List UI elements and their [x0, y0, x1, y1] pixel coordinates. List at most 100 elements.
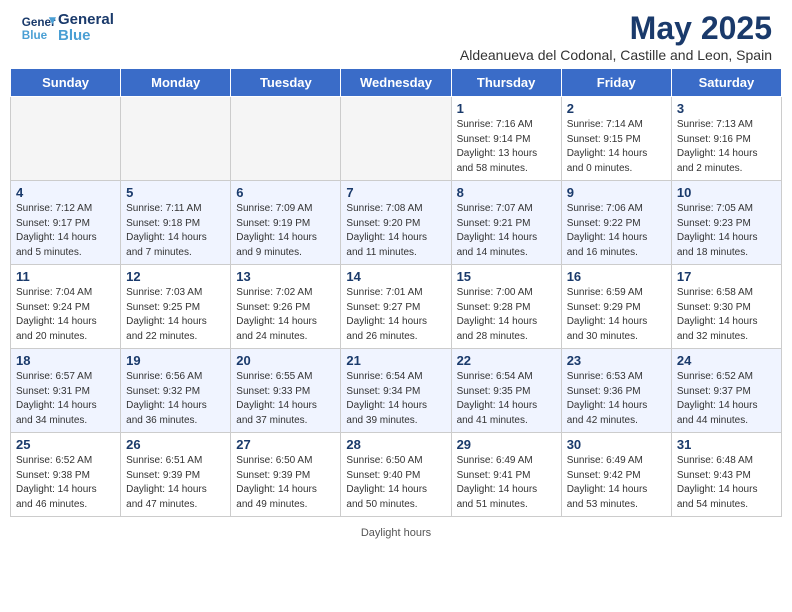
day-number: 15 [457, 269, 556, 284]
calendar-cell [121, 97, 231, 181]
day-info: Sunrise: 7:14 AM Sunset: 9:15 PM Dayligh… [567, 118, 666, 176]
svg-text:Blue: Blue [22, 29, 48, 42]
calendar-cell: 31 Sunrise: 6:48 AM Sunset: 9:43 PM Dayli… [671, 433, 781, 517]
day-number: 21 [346, 353, 445, 368]
calendar-cell: 11 Sunrise: 7:04 AM Sunset: 9:24 PM Dayli… [11, 265, 121, 349]
calendar-cell: 26 Sunrise: 6:51 AM Sunset: 9:39 PM Dayli… [121, 433, 231, 517]
day-number: 7 [346, 185, 445, 200]
location-subtitle: Aldeanueva del Codonal, Castille and Leo… [460, 47, 772, 63]
day-info: Sunrise: 6:48 AM Sunset: 9:43 PM Dayligh… [677, 454, 776, 512]
calendar-cell: 27Sunrise: 6:50 AM Sunset: 9:39 PM Dayli… [231, 433, 341, 517]
day-info: Sunrise: 7:04 AM Sunset: 9:24 PM Dayligh… [16, 286, 115, 344]
calendar-week-row: 18Sunrise: 6:57 AM Sunset: 9:31 PM Dayli… [11, 349, 782, 433]
day-info: Sunrise: 7:06 AM Sunset: 9:22 PM Dayligh… [567, 202, 666, 260]
calendar-cell: 29Sunrise: 6:49 AM Sunset: 9:41 PM Dayli… [451, 433, 561, 517]
day-number: 2 [567, 101, 666, 116]
calendar-cell: 12Sunrise: 7:03 AM Sunset: 9:25 PM Dayli… [121, 265, 231, 349]
calendar-cell: 19 Sunrise: 6:56 AM Sunset: 9:32 PM Dayli… [121, 349, 231, 433]
calendar-cell: 17Sunrise: 6:58 AM Sunset: 9:30 PM Dayli… [671, 265, 781, 349]
day-info: Sunrise: 6:56 AM Sunset: 9:32 PM Dayligh… [126, 370, 225, 428]
daylight-label: Daylight hours [361, 527, 431, 539]
title-area: May 2025 Aldeanueva del Codonal, Castill… [460, 10, 772, 63]
day-number: 1 [457, 101, 556, 116]
month-title: May 2025 [460, 10, 772, 47]
day-info: Sunrise: 6:49 AM Sunset: 9:42 PM Dayligh… [567, 454, 666, 512]
day-of-week-header: Thursday [451, 69, 561, 97]
day-number: 9 [567, 185, 666, 200]
calendar-cell: 30 Sunrise: 6:49 AM Sunset: 9:42 PM Dayli… [561, 433, 671, 517]
day-number: 5 [126, 185, 225, 200]
calendar-week-row: 1 Sunrise: 7:16 AM Sunset: 9:14 PM Daylig… [11, 97, 782, 181]
day-info: Sunrise: 6:50 AM Sunset: 9:39 PM Dayligh… [236, 454, 335, 512]
day-number: 30 [567, 437, 666, 452]
calendar-cell: 21 Sunrise: 6:54 AM Sunset: 9:34 PM Dayli… [341, 349, 451, 433]
calendar-week-row: 11 Sunrise: 7:04 AM Sunset: 9:24 PM Dayli… [11, 265, 782, 349]
day-info: Sunrise: 6:53 AM Sunset: 9:36 PM Dayligh… [567, 370, 666, 428]
day-number: 17 [677, 269, 776, 284]
day-number: 11 [16, 269, 115, 284]
day-number: 16 [567, 269, 666, 284]
calendar-table: SundayMondayTuesdayWednesdayThursdayFrid… [10, 68, 782, 517]
calendar-cell: 13Sunrise: 7:02 AM Sunset: 9:26 PM Dayli… [231, 265, 341, 349]
day-number: 10 [677, 185, 776, 200]
calendar-cell: 24 Sunrise: 6:52 AM Sunset: 9:37 PM Dayli… [671, 349, 781, 433]
calendar-cell: 6 Sunrise: 7:09 AM Sunset: 9:19 PM Daylig… [231, 181, 341, 265]
calendar-cell [231, 97, 341, 181]
logo-icon: General Blue [20, 10, 56, 46]
day-info: Sunrise: 7:16 AM Sunset: 9:14 PM Dayligh… [457, 118, 556, 176]
calendar-cell: 14 Sunrise: 7:01 AM Sunset: 9:27 PM Dayli… [341, 265, 451, 349]
day-info: Sunrise: 6:52 AM Sunset: 9:37 PM Dayligh… [677, 370, 776, 428]
day-number: 29 [457, 437, 556, 452]
day-number: 18 [16, 353, 115, 368]
calendar-cell [11, 97, 121, 181]
day-info: Sunrise: 7:12 AM Sunset: 9:17 PM Dayligh… [16, 202, 115, 260]
calendar-week-row: 4 Sunrise: 7:12 AM Sunset: 9:17 PM Daylig… [11, 181, 782, 265]
day-info: Sunrise: 7:07 AM Sunset: 9:21 PM Dayligh… [457, 202, 556, 260]
day-number: 20 [236, 353, 335, 368]
calendar-cell: 1 Sunrise: 7:16 AM Sunset: 9:14 PM Daylig… [451, 97, 561, 181]
day-info: Sunrise: 7:09 AM Sunset: 9:19 PM Dayligh… [236, 202, 335, 260]
calendar-cell: 5 Sunrise: 7:11 AM Sunset: 9:18 PM Daylig… [121, 181, 231, 265]
calendar-cell: 20 Sunrise: 6:55 AM Sunset: 9:33 PM Dayli… [231, 349, 341, 433]
days-of-week-row: SundayMondayTuesdayWednesdayThursdayFrid… [11, 69, 782, 97]
logo-line1: General [58, 12, 114, 29]
day-of-week-header: Friday [561, 69, 671, 97]
day-info: Sunrise: 6:54 AM Sunset: 9:34 PM Dayligh… [346, 370, 445, 428]
day-of-week-header: Saturday [671, 69, 781, 97]
calendar-cell: 9 Sunrise: 7:06 AM Sunset: 9:22 PM Daylig… [561, 181, 671, 265]
day-number: 31 [677, 437, 776, 452]
day-info: Sunrise: 6:52 AM Sunset: 9:38 PM Dayligh… [16, 454, 115, 512]
day-number: 28 [346, 437, 445, 452]
day-of-week-header: Tuesday [231, 69, 341, 97]
day-of-week-header: Wednesday [341, 69, 451, 97]
day-number: 14 [346, 269, 445, 284]
day-number: 19 [126, 353, 225, 368]
day-info: Sunrise: 6:59 AM Sunset: 9:29 PM Dayligh… [567, 286, 666, 344]
calendar-cell: 7 Sunrise: 7:08 AM Sunset: 9:20 PM Daylig… [341, 181, 451, 265]
calendar-header: SundayMondayTuesdayWednesdayThursdayFrid… [11, 69, 782, 97]
calendar-cell: 16 Sunrise: 6:59 AM Sunset: 9:29 PM Dayli… [561, 265, 671, 349]
calendar-cell: 3Sunrise: 7:13 AM Sunset: 9:16 PM Daylig… [671, 97, 781, 181]
calendar-cell: 22Sunrise: 6:54 AM Sunset: 9:35 PM Dayli… [451, 349, 561, 433]
day-info: Sunrise: 7:01 AM Sunset: 9:27 PM Dayligh… [346, 286, 445, 344]
calendar-cell: 10Sunrise: 7:05 AM Sunset: 9:23 PM Dayli… [671, 181, 781, 265]
footer: Daylight hours [0, 527, 792, 547]
day-info: Sunrise: 7:11 AM Sunset: 9:18 PM Dayligh… [126, 202, 225, 260]
day-number: 6 [236, 185, 335, 200]
day-info: Sunrise: 6:50 AM Sunset: 9:40 PM Dayligh… [346, 454, 445, 512]
day-number: 8 [457, 185, 556, 200]
calendar-cell: 8 Sunrise: 7:07 AM Sunset: 9:21 PM Daylig… [451, 181, 561, 265]
day-number: 26 [126, 437, 225, 452]
day-info: Sunrise: 7:00 AM Sunset: 9:28 PM Dayligh… [457, 286, 556, 344]
day-number: 25 [16, 437, 115, 452]
day-info: Sunrise: 6:51 AM Sunset: 9:39 PM Dayligh… [126, 454, 225, 512]
day-info: Sunrise: 6:54 AM Sunset: 9:35 PM Dayligh… [457, 370, 556, 428]
calendar-cell: 25 Sunrise: 6:52 AM Sunset: 9:38 PM Dayli… [11, 433, 121, 517]
day-number: 24 [677, 353, 776, 368]
day-info: Sunrise: 7:08 AM Sunset: 9:20 PM Dayligh… [346, 202, 445, 260]
calendar-cell: 2 Sunrise: 7:14 AM Sunset: 9:15 PM Daylig… [561, 97, 671, 181]
day-number: 12 [126, 269, 225, 284]
day-info: Sunrise: 6:55 AM Sunset: 9:33 PM Dayligh… [236, 370, 335, 428]
day-number: 4 [16, 185, 115, 200]
day-number: 23 [567, 353, 666, 368]
